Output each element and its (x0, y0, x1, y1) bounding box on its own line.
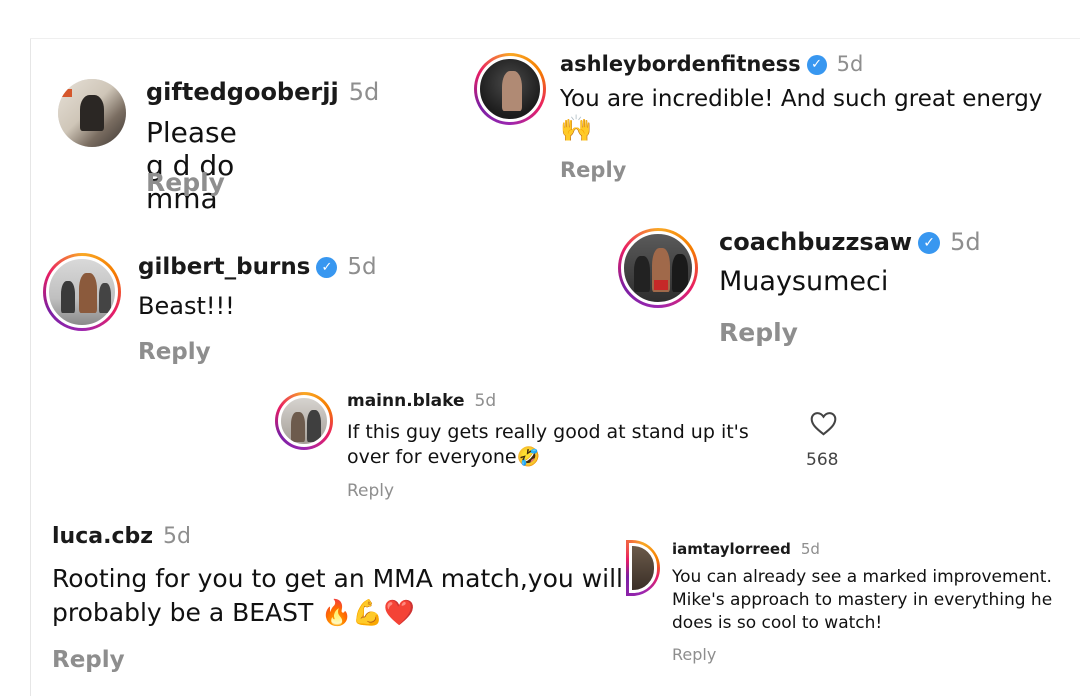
avatar[interactable] (618, 228, 698, 308)
verified-badge-icon: ✓ (918, 232, 941, 254)
divider (30, 38, 1080, 39)
comment-text: Muaysumeci (719, 266, 889, 297)
username[interactable]: gilbert_burns (138, 254, 310, 280)
timestamp: 5d (836, 52, 864, 76)
comment-text: You are incredible! And such great energ… (560, 86, 1043, 112)
emoji-icons: 🔥💪❤️ (321, 598, 415, 627)
comment-text: Beast!!! (138, 292, 235, 320)
reply-button[interactable]: Reply (672, 645, 716, 664)
reply-button[interactable]: Reply (347, 481, 394, 501)
username[interactable]: giftedgooberjj (146, 78, 339, 106)
heart-icon[interactable] (810, 411, 837, 436)
timestamp: 5d (163, 524, 192, 549)
verified-badge-icon: ✓ (806, 55, 827, 75)
reply-button[interactable]: Reply (560, 158, 626, 182)
avatar[interactable] (474, 53, 546, 125)
reply-button[interactable]: Reply (146, 168, 225, 197)
username[interactable]: ashleybordenfitness (560, 52, 801, 76)
divider (30, 38, 31, 696)
like-count: 568 (806, 450, 839, 470)
avatar[interactable] (626, 540, 660, 596)
reply-button[interactable]: Reply (719, 318, 798, 347)
avatar[interactable] (43, 253, 121, 331)
comment-text: If this guy gets really good at stand up… (347, 421, 749, 468)
username[interactable]: luca.cbz (52, 524, 153, 549)
username[interactable]: mainn.blake (347, 391, 465, 411)
username[interactable]: iamtaylorreed (672, 540, 791, 558)
timestamp: 5d (950, 228, 981, 256)
avatar[interactable] (58, 79, 126, 147)
verified-badge-icon: ✓ (316, 257, 338, 278)
timestamp: 5d (474, 391, 497, 411)
username[interactable]: coachbuzzsaw (719, 228, 912, 256)
comments-collage: giftedgooberjj 5d Please g d do mma Reply… (0, 0, 1080, 696)
comment-text: Please g d do mma (146, 116, 237, 215)
avatar[interactable] (275, 392, 333, 450)
comment-text: Rooting for you to get an MMA match,you … (52, 564, 623, 627)
timestamp: 5d (348, 78, 380, 106)
timestamp: 5d (800, 540, 820, 558)
timestamp: 5d (347, 254, 377, 280)
reply-button[interactable]: Reply (138, 339, 211, 365)
reply-button[interactable]: Reply (52, 647, 125, 673)
laughing-emoji-icon: 🤣 (516, 446, 541, 468)
comment-text: You can already see a marked improvement… (672, 567, 1053, 633)
raised-hands-icon: 🙌 (560, 114, 593, 144)
